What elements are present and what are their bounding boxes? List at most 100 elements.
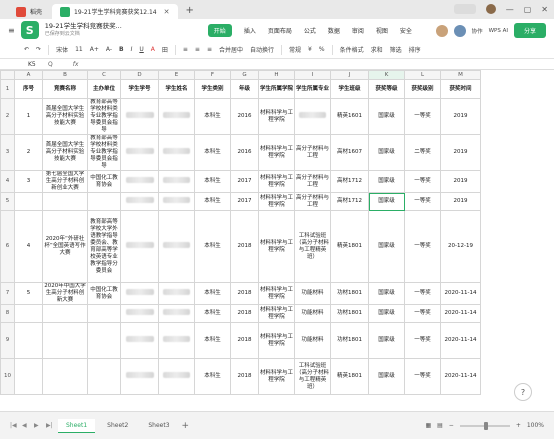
table-cell[interactable]: 一等奖 xyxy=(404,210,441,283)
table-cell[interactable]: 获奖等级 xyxy=(368,79,405,99)
prev-sheet-icon[interactable]: ◀ xyxy=(22,422,30,429)
tab-docer[interactable]: 稻壳 xyxy=(8,4,50,19)
table-cell[interactable]: 高材1607 xyxy=(330,134,369,171)
table-cell[interactable]: 主办单位 xyxy=(87,79,121,99)
table-cell[interactable]: 材料科学与工程学院 xyxy=(258,98,295,135)
menu-formula[interactable]: 公式 xyxy=(304,26,316,35)
table-cell[interactable] xyxy=(158,282,195,305)
table-cell[interactable] xyxy=(158,134,195,171)
table-cell[interactable]: 一等奖 xyxy=(404,358,441,395)
table-cell[interactable]: 工科试验班（高分子材料与工程精英班） xyxy=(294,358,331,395)
cloud-badge[interactable] xyxy=(453,4,476,14)
table-cell[interactable]: 2016 xyxy=(230,134,259,171)
row-header[interactable]: 4 xyxy=(0,170,15,193)
table-cell[interactable]: 材料科学与工程学院 xyxy=(258,192,295,211)
table-cell[interactable]: 功材1801 xyxy=(330,322,369,359)
table-cell[interactable]: 国家级 xyxy=(368,170,405,193)
table-cell[interactable]: 一等奖 xyxy=(404,322,441,359)
increase-font-button[interactable]: A+ xyxy=(90,46,99,53)
table-cell[interactable] xyxy=(120,170,159,193)
column-header[interactable]: F xyxy=(194,70,231,80)
add-sheet-icon[interactable]: + xyxy=(182,421,190,431)
table-cell[interactable]: 学生姓名 xyxy=(158,79,195,99)
table-cell[interactable]: 高分子材料与工程 xyxy=(294,192,331,211)
column-header[interactable]: L xyxy=(404,70,441,80)
table-cell[interactable]: 2020年“外研社杯”全国英语写作大赛 xyxy=(42,210,88,283)
column-header[interactable]: K xyxy=(368,70,405,80)
table-cell[interactable]: 国家级 xyxy=(368,210,405,283)
column-header[interactable]: B xyxy=(42,70,88,80)
table-cell[interactable] xyxy=(120,98,159,135)
table-cell[interactable]: 国家级 xyxy=(368,358,405,395)
table-cell[interactable]: 2020-11-14 xyxy=(440,322,481,359)
table-cell[interactable]: 一等奖 xyxy=(404,304,441,323)
table-cell[interactable]: 高分子材料与工程 xyxy=(294,170,331,193)
table-cell[interactable] xyxy=(158,358,195,395)
table-cell[interactable]: 精英1801 xyxy=(330,358,369,395)
table-cell[interactable]: 2018 xyxy=(230,322,259,359)
table-cell[interactable] xyxy=(158,170,195,193)
table-cell[interactable] xyxy=(158,322,195,359)
table-cell[interactable] xyxy=(42,304,88,323)
table-cell[interactable]: 国家级 xyxy=(368,282,405,305)
tab-spreadsheet[interactable]: 19-21学生学科竞赛获奖12.14 ✕ xyxy=(52,4,178,19)
table-cell[interactable]: 国家级 xyxy=(368,134,405,171)
column-header[interactable]: C xyxy=(87,70,121,80)
table-cell[interactable]: 一等奖 xyxy=(404,170,441,193)
table-cell[interactable]: 国家级 xyxy=(368,192,405,211)
table-cell[interactable]: 一等奖 xyxy=(404,98,441,135)
menu-review[interactable]: 审阅 xyxy=(352,26,364,35)
wrap-text-button[interactable]: 自动换行 xyxy=(250,45,274,54)
filter-button[interactable]: 筛选 xyxy=(390,45,402,54)
row-header[interactable]: 6 xyxy=(0,210,15,283)
add-tab-icon[interactable]: + xyxy=(186,4,194,19)
table-cell[interactable] xyxy=(120,322,159,359)
avatar[interactable] xyxy=(485,4,496,14)
table-cell[interactable]: 教育部高等学校材料类专业教学指导委员会指导 xyxy=(87,134,121,171)
last-sheet-icon[interactable]: ▶| xyxy=(46,422,54,429)
align-left-icon[interactable]: ≡ xyxy=(183,46,188,53)
select-all-corner[interactable] xyxy=(0,70,15,80)
table-cell[interactable] xyxy=(120,134,159,171)
close-window-icon[interactable]: ✕ xyxy=(541,5,548,14)
table-cell[interactable]: 4 xyxy=(14,210,43,283)
table-cell[interactable]: 学生所属学院 xyxy=(258,79,295,99)
table-cell[interactable]: 材料科学与工程学院 xyxy=(258,170,295,193)
maximize-icon[interactable]: ▢ xyxy=(524,5,532,14)
table-cell[interactable]: 2020年中国大学生高分子材料创新大赛 xyxy=(42,282,88,305)
table-cell[interactable] xyxy=(14,192,43,211)
table-cell[interactable]: 精英1801 xyxy=(330,210,369,283)
row-header[interactable]: 10 xyxy=(0,358,15,395)
table-cell[interactable] xyxy=(87,358,121,395)
table-cell[interactable]: 本科生 xyxy=(194,304,231,323)
sheet-grid[interactable]: A B C D E F G H I J K L M 1 序号 竞赛名称 主办单位 xyxy=(0,70,554,411)
table-cell[interactable]: 2018 xyxy=(230,282,259,305)
row-header[interactable]: 2 xyxy=(0,98,15,135)
table-cell[interactable]: 年级 xyxy=(230,79,259,99)
italic-button[interactable]: I xyxy=(131,46,133,53)
menu-icon[interactable]: ≡ xyxy=(8,26,15,35)
table-cell[interactable]: 功材1801 xyxy=(330,282,369,305)
table-cell[interactable]: 2019 xyxy=(440,98,481,135)
table-cell[interactable]: 高分子材料与工程 xyxy=(294,134,331,171)
font-size-select[interactable]: 11 xyxy=(75,46,83,53)
table-cell[interactable]: 本科生 xyxy=(194,170,231,193)
close-icon[interactable]: ✕ xyxy=(164,8,170,16)
table-cell[interactable]: 2019 xyxy=(440,192,481,211)
table-cell[interactable]: 本科生 xyxy=(194,134,231,171)
menu-view[interactable]: 视图 xyxy=(376,26,388,35)
table-cell[interactable]: 中国化工教育协会 xyxy=(87,282,121,305)
number-format-select[interactable]: 常规 xyxy=(289,45,301,54)
row-header[interactable]: 3 xyxy=(0,134,15,171)
menu-layout[interactable]: 页面布局 xyxy=(268,26,292,35)
table-cell[interactable]: 3 xyxy=(14,170,43,193)
table-cell[interactable] xyxy=(14,358,43,395)
table-cell[interactable]: 材料科学与工程学院 xyxy=(258,322,295,359)
table-cell[interactable] xyxy=(120,210,159,283)
table-cell[interactable]: 材料科学与工程学院 xyxy=(258,134,295,171)
table-cell[interactable]: 功能材料 xyxy=(294,322,331,359)
wps-ai-button[interactable]: WPS AI xyxy=(489,28,508,34)
table-cell[interactable]: 材料科学与工程学院 xyxy=(258,358,295,395)
column-header[interactable]: I xyxy=(294,70,331,80)
table-cell[interactable]: 2017 xyxy=(230,170,259,193)
